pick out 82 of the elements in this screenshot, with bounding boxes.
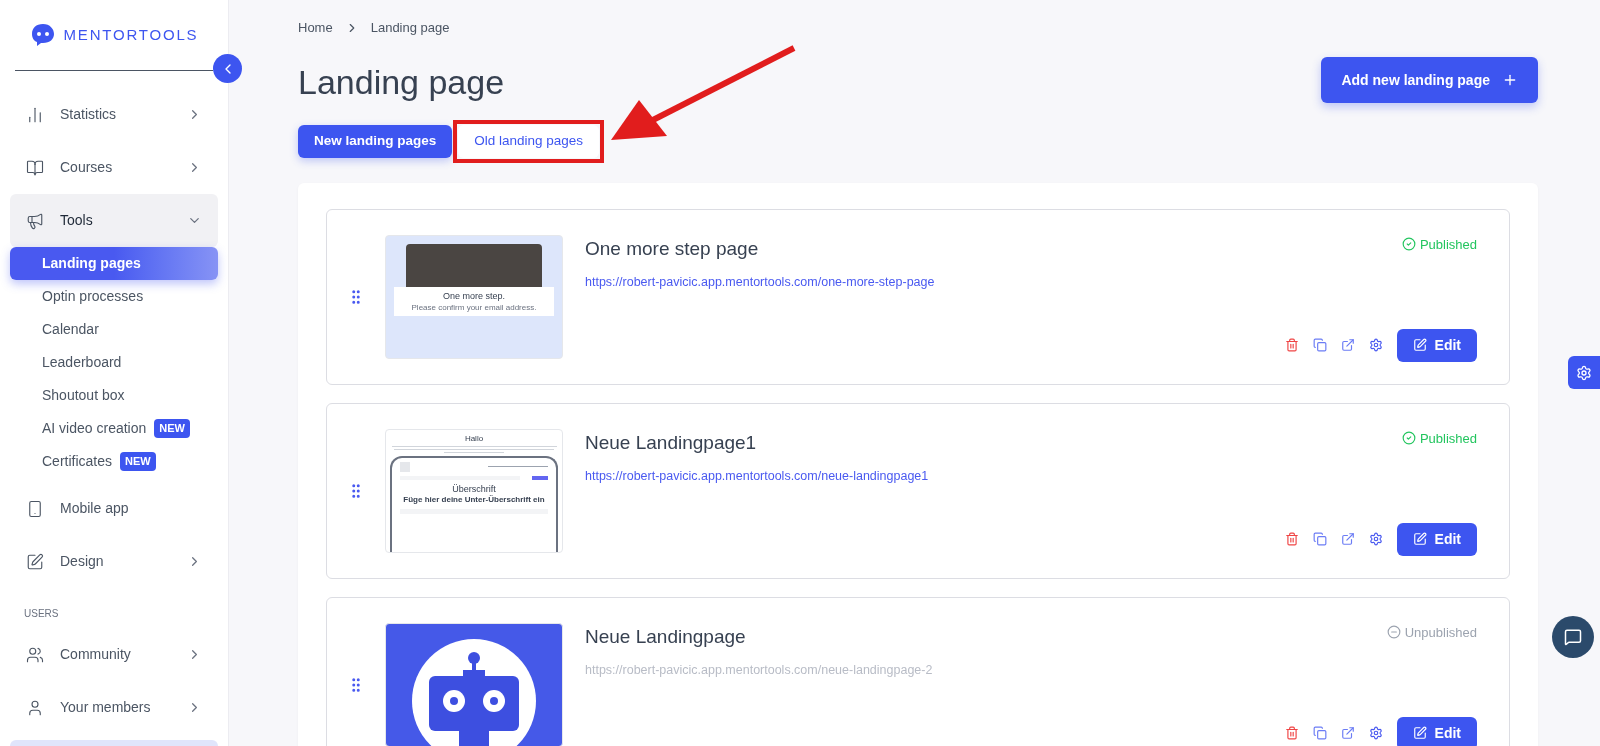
new-badge: NEW — [120, 452, 156, 471]
collapse-sidebar-button[interactable] — [213, 54, 242, 83]
trash-icon[interactable] — [1284, 532, 1299, 546]
sidebar-item[interactable]: Tools — [10, 194, 218, 247]
page-title: Neue Landingpage — [585, 624, 746, 649]
new-badge: NEW — [154, 419, 190, 438]
plus-icon — [1502, 72, 1518, 88]
status-label: Published — [1401, 234, 1489, 254]
submenu-item[interactable]: Optin processes — [10, 280, 218, 313]
breadcrumb-link[interactable]: Home — [298, 18, 333, 38]
bar-chart-icon — [26, 105, 44, 124]
copy-icon[interactable] — [1312, 726, 1327, 740]
submenu-item[interactable]: Shoutout box — [10, 379, 218, 412]
nav-line — [488, 465, 548, 467]
settings-icon[interactable] — [1368, 532, 1383, 546]
pencil-icon — [26, 552, 44, 571]
sidebar-item[interactable]: Statistics — [10, 88, 218, 141]
sidebar-item[interactable]: Community — [10, 628, 218, 681]
breadcrumb-current: Landing page — [370, 19, 450, 37]
submenu-label: Landing pages — [42, 254, 141, 273]
people-icon — [26, 645, 44, 664]
submenu-item[interactable]: Landing pages — [10, 247, 218, 280]
submenu-item[interactable]: Calendar — [10, 313, 218, 346]
settings-icon — [1576, 364, 1592, 381]
tab[interactable]: New landing pages — [298, 124, 453, 158]
pencil-icon — [1412, 338, 1427, 352]
edit-button[interactable]: Edit — [1396, 522, 1477, 556]
thumbnail-heading: One more step. — [443, 290, 505, 301]
page-title: One more step page — [585, 236, 759, 261]
chat-button[interactable] — [1552, 616, 1594, 658]
thumbnail-heading: Hallo — [464, 433, 484, 444]
submenu-label: Leaderboard — [42, 353, 122, 372]
image-placeholder — [400, 461, 410, 472]
external-link-icon[interactable] — [1340, 532, 1355, 546]
check-circle-icon — [1401, 237, 1416, 252]
check-circle-icon — [1401, 431, 1416, 446]
edit-button[interactable]: Edit — [1396, 716, 1477, 746]
submenu-label: Calendar — [42, 320, 99, 339]
copy-icon[interactable] — [1312, 532, 1327, 546]
external-link-icon[interactable] — [1340, 338, 1355, 352]
settings-icon[interactable] — [1368, 726, 1383, 740]
chat-icon — [1564, 628, 1582, 646]
person-icon — [26, 698, 44, 717]
sidebar-item[interactable]: Mobile app — [10, 482, 218, 535]
status-label: Unpublished — [1386, 622, 1489, 642]
section-heading: USERS — [24, 608, 59, 619]
minus-circle-icon — [1386, 625, 1401, 640]
submenu-item[interactable]: Leaderboard — [10, 346, 218, 379]
submenu-item[interactable]: Certificates NEW — [10, 445, 218, 478]
button-placeholder — [532, 475, 548, 480]
brand-logo-text: MENTORTOOLS — [63, 24, 199, 45]
submenu-item[interactable]: AI video creation NEW — [10, 412, 218, 445]
robot-logo-icon — [29, 22, 56, 48]
page-heading: Landing page — [298, 61, 505, 103]
submenu-label: Certificates — [42, 452, 113, 471]
sidebar-item[interactable]: Design — [10, 535, 218, 588]
submenu-label: AI video creation — [42, 419, 147, 438]
edit-button[interactable]: Edit — [1396, 328, 1477, 362]
page-url-link[interactable]: https://robert-pavicic.app.mentortools.com/one-more-step-page — [585, 273, 1489, 292]
thumbnail-subheading: Füge hier deine Unter-Überschrift ein — [403, 494, 545, 505]
copy-icon[interactable] — [1312, 338, 1327, 352]
status-label: Published — [1401, 428, 1489, 448]
settings-button[interactable] — [1568, 356, 1600, 389]
pencil-icon — [1412, 726, 1427, 740]
trash-icon[interactable] — [1284, 338, 1299, 352]
thumbnail-headline: Überschrift — [452, 483, 496, 495]
add-landing-page-button[interactable]: Add new landing page — [1321, 57, 1538, 103]
sidebar-item[interactable]: Courses — [10, 141, 218, 194]
external-link-icon[interactable] — [1340, 726, 1355, 740]
page-url-link[interactable]: https://robert-pavicic.app.mentortools.com/neue-landingpage1 — [585, 467, 1489, 486]
submenu-label: Optin processes — [42, 287, 144, 306]
trash-icon[interactable] — [1284, 726, 1299, 740]
sidebar-item[interactable]: Your members — [10, 681, 218, 734]
thumbnail-subheading: Please confirm your email address. — [411, 302, 537, 312]
phone-icon — [26, 499, 44, 518]
submenu-label: Shoutout box — [42, 386, 125, 405]
pencil-icon — [1412, 532, 1427, 546]
page-title: Neue Landingpage1 — [585, 430, 757, 455]
book-icon — [26, 158, 44, 177]
tab[interactable]: Old landing pages — [458, 124, 600, 158]
settings-icon[interactable] — [1368, 338, 1383, 352]
megaphone-icon — [26, 211, 44, 230]
